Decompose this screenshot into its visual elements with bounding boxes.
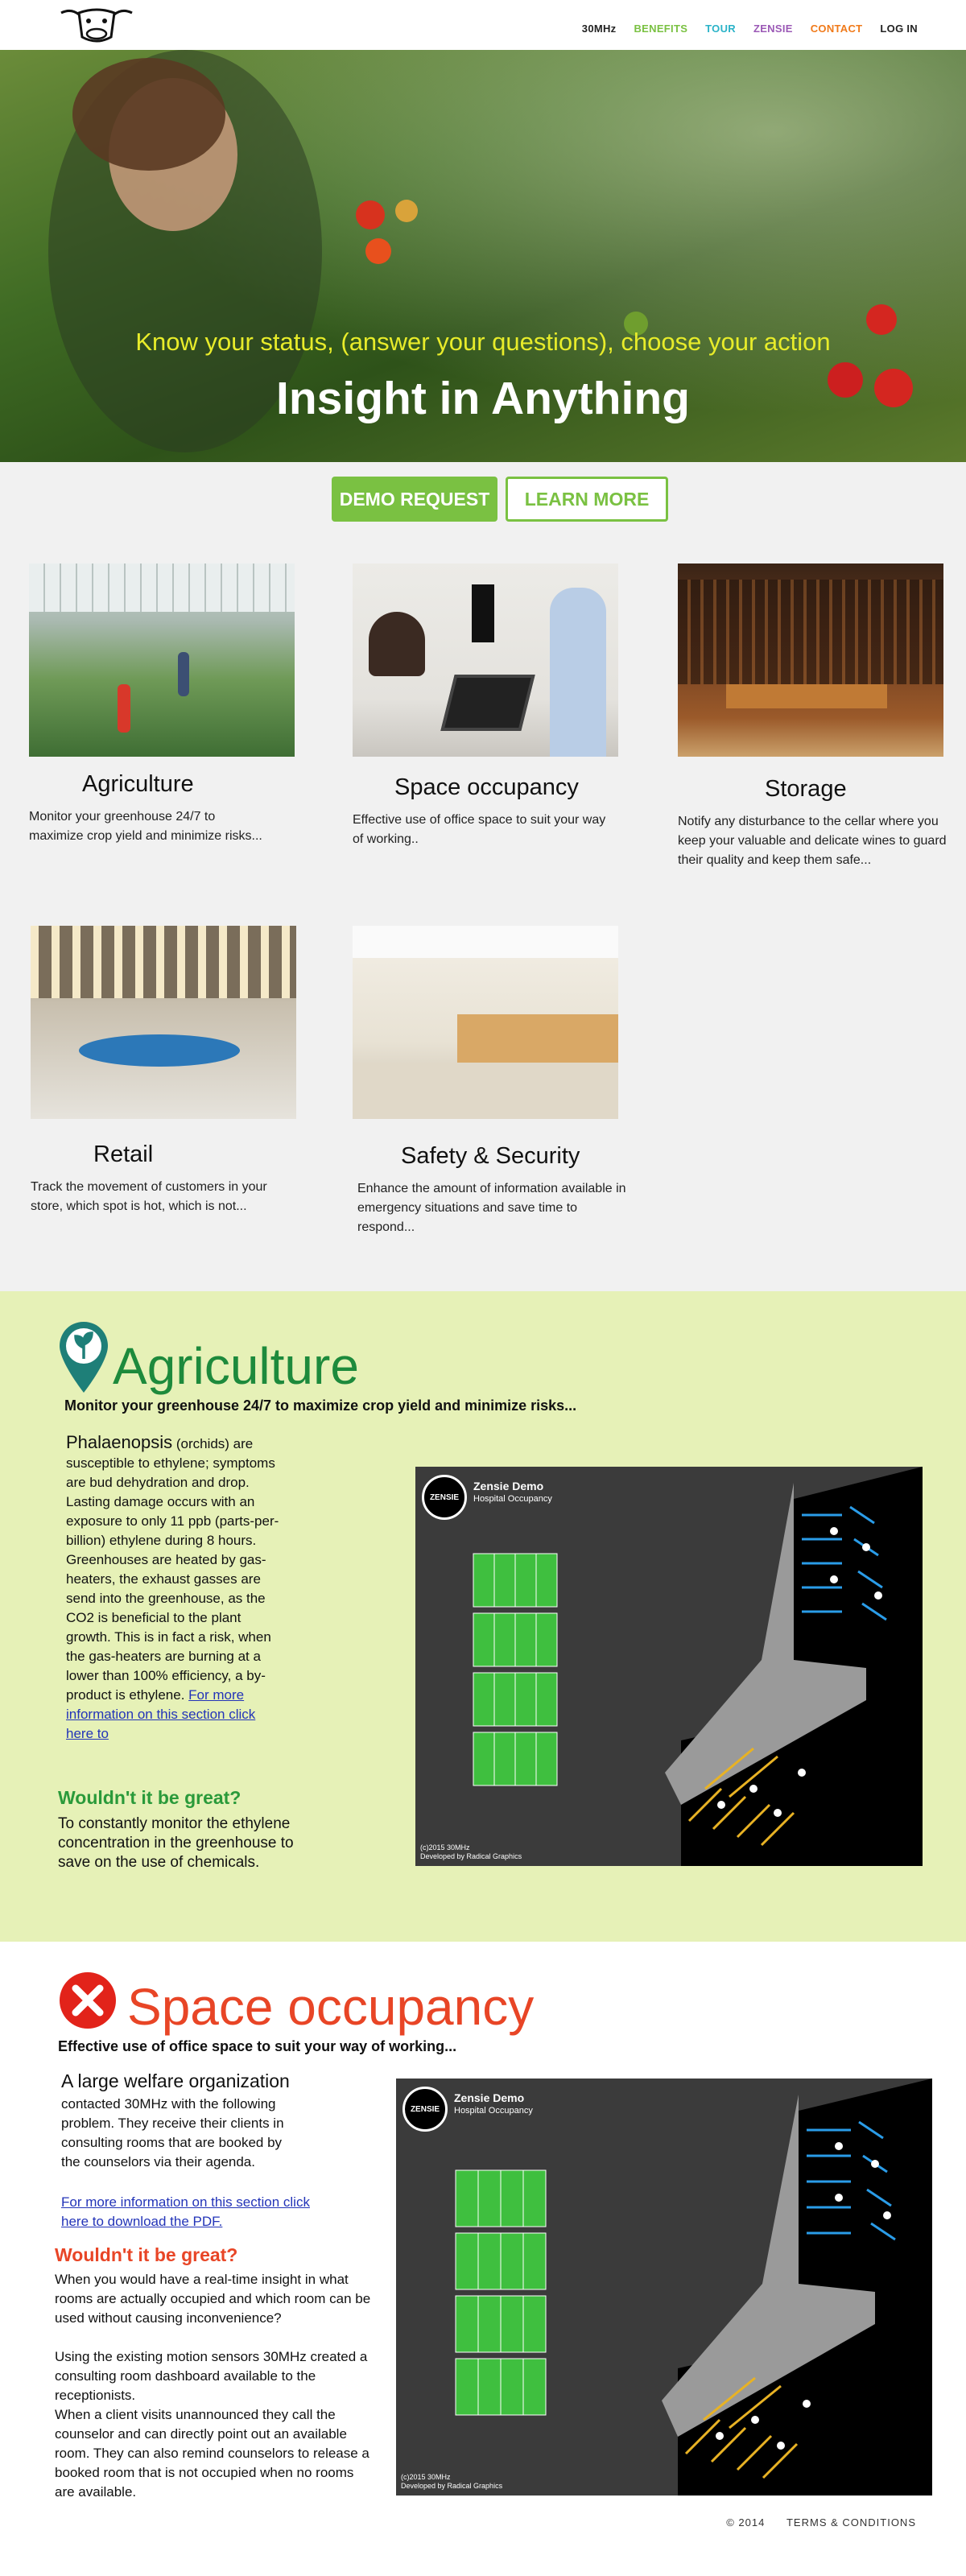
section-title: Agriculture (113, 1337, 359, 1395)
section-body: Phalaenopsis (orchids) are susceptible t… (66, 1433, 282, 1744)
card-text: Monitor your greenhouse 24/7 to maximize… (29, 810, 262, 843)
card-title: Space occupancy (394, 774, 579, 800)
page-footer: © 2014 TERMS & CONDITIONS (708, 2516, 916, 2529)
card-title: Retail (93, 1141, 154, 1167)
callout-paragraph: Using the existing motion sensors 30MHz … (55, 2349, 368, 2403)
nav-item-zensie[interactable]: ZENSIE (753, 23, 793, 35)
nav-item-login[interactable]: LOG IN (880, 23, 918, 35)
demo-footer-credit: Developed by Radical Graphics (401, 2482, 503, 2490)
space-occupancy-section: Space occupancy Effective use of office … (0, 1942, 966, 2576)
learn-more-button[interactable]: LEARN MORE (506, 477, 668, 522)
section-body: contacted 30MHz with the following probl… (61, 2096, 284, 2169)
callout-text: To constantly monitor the ethylene conce… (58, 1815, 294, 1871)
demo-footer: (c)2015 30MHz Developed by Radical Graph… (401, 2473, 502, 2491)
card-retail[interactable]: Retail Track the movement of customers i… (31, 926, 304, 1216)
hero-tagline: Know your status, (answer your questions… (135, 328, 831, 356)
footer-copyright: © 2014 (726, 2516, 766, 2529)
body-lead: A large welfare organization (61, 2070, 290, 2091)
nav-item-30mhz[interactable]: 30MHz (582, 23, 617, 35)
use-cases-section: DEMO REQUEST LEARN MORE Agriculture Moni… (0, 462, 966, 1291)
close-circle-icon (60, 1972, 116, 2029)
zensie-demo-panel[interactable]: ZENSIE Zensie Demo Hospital Occupancy (c… (415, 1467, 923, 1866)
top-navigation: 30MHz BENEFITS TOUR ZENSIE CONTACT LOG I… (0, 0, 966, 50)
callout-title: Wouldn't it be great? (58, 1787, 242, 1808)
floor-plan-map (455, 2079, 932, 2496)
card-text: Effective use of office space to suit yo… (353, 813, 606, 846)
zensie-demo-panel[interactable]: ZENSIE Zensie Demo Hospital Occupancy (c… (396, 2079, 932, 2496)
demo-footer: (c)2015 30MHz Developed by Radical Graph… (420, 1843, 522, 1861)
card-safety-security[interactable]: Safety & Security Enhance the amount of … (353, 926, 626, 1237)
body-text: (orchids) are susceptible to ethylene; s… (66, 1436, 279, 1703)
hero-title: Insight in Anything (276, 373, 690, 424)
agriculture-photo (29, 564, 295, 757)
space-occupancy-photo (353, 564, 618, 757)
storage-photo (678, 564, 943, 757)
retail-photo (31, 926, 296, 1119)
footer-terms-link[interactable]: TERMS & CONDITIONS (786, 2516, 916, 2529)
demo-footer-copyright: (c)2015 30MHz (420, 1843, 470, 1852)
map-pin-icon (60, 1322, 108, 1393)
nav-item-tour[interactable]: TOUR (705, 23, 736, 35)
hero-banner: Know your status, (answer your questions… (0, 50, 966, 462)
card-space-occupancy[interactable]: Space occupancy Effective use of office … (353, 564, 626, 849)
nav-item-benefits[interactable]: BENEFITS (634, 23, 687, 35)
card-text: Track the movement of customers in your … (31, 1180, 267, 1213)
card-text: Enhance the amount of information availa… (357, 1182, 626, 1234)
card-title: Storage (765, 776, 847, 802)
callout-paragraph: When you would have a real-time insight … (55, 2272, 371, 2326)
card-title: Safety & Security (401, 1143, 580, 1169)
demo-request-button[interactable]: DEMO REQUEST (332, 477, 497, 522)
section-title: Space occupancy (127, 1978, 535, 2036)
demo-footer-credit: Developed by Radical Graphics (420, 1852, 522, 1860)
card-title: Agriculture (82, 771, 194, 797)
card-agriculture[interactable]: Agriculture Monitor your greenhouse 24/7… (29, 564, 303, 846)
cow-logo-icon[interactable] (55, 5, 138, 47)
section-subtitle: Effective use of office space to suit yo… (58, 2038, 457, 2054)
card-storage[interactable]: Storage Notify any disturbance to the ce… (678, 564, 952, 870)
agriculture-section: Agriculture Monitor your greenhouse 24/7… (0, 1291, 966, 1942)
floor-plan-map (473, 1467, 923, 1866)
card-text: Notify any disturbance to the cellar whe… (678, 815, 947, 867)
section-subtitle: Monitor your greenhouse 24/7 to maximize… (64, 1397, 577, 1414)
nav-links: 30MHz BENEFITS TOUR ZENSIE CONTACT LOG I… (564, 23, 918, 35)
demo-footer-copyright: (c)2015 30MHz (401, 2473, 451, 2481)
safety-security-photo (353, 926, 618, 1119)
body-lead: Phalaenopsis (66, 1432, 173, 1452)
callout-text: When you would have a real-time insight … (55, 2270, 377, 2502)
download-pdf-link[interactable]: For more information on this section cli… (61, 2193, 319, 2231)
callout-title: Wouldn't it be great? (55, 2244, 238, 2265)
nav-item-contact[interactable]: CONTACT (811, 23, 863, 35)
callout-paragraph: When a client visits unannounced they ca… (55, 2407, 369, 2500)
